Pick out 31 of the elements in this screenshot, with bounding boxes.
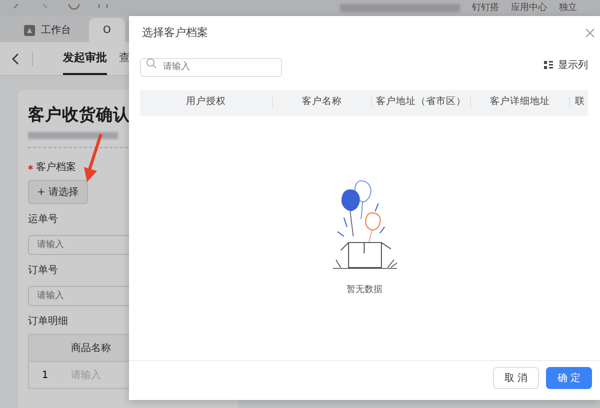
arrow-annotation — [82, 133, 104, 183]
empty-text: 暂无数据 — [346, 284, 382, 296]
bookmark-link[interactable]: 钉钉搭 — [472, 2, 499, 14]
column-header: 联 — [574, 97, 586, 108]
field-label: 订单明细 — [28, 314, 68, 328]
row-number: 1 — [40, 370, 50, 380]
column-header: 用户授权 — [140, 97, 273, 108]
close-icon[interactable] — [585, 28, 595, 38]
column-header: 商品名称 — [70, 342, 111, 355]
field-label: 运单号 — [28, 212, 58, 226]
cancel-button[interactable]: 取 消 — [493, 366, 539, 388]
column-header: 客户名称 — [273, 97, 372, 108]
field-label: 订单号 — [28, 264, 58, 277]
columns-button[interactable]: 显示列 — [544, 58, 588, 72]
search-field[interactable]: 请输入 — [140, 58, 282, 76]
bookmark-link[interactable]: 应用中心 — [511, 2, 547, 14]
app-icon — [24, 24, 35, 36]
column-header: 客户地址（省市区） — [372, 97, 471, 108]
confirm-button[interactable]: 确 定 — [546, 366, 592, 388]
browser-tab[interactable]: 工作台 — [10, 18, 85, 42]
columns-icon — [544, 60, 553, 70]
nav-tab[interactable]: 查 — [119, 42, 130, 75]
form-title: 客户收货确认 — [28, 104, 131, 126]
browser-tab[interactable]: O — [89, 18, 125, 42]
column-header: 客户详细地址 — [471, 97, 570, 108]
search-icon — [146, 58, 157, 69]
select-button[interactable]: + 请选择 — [28, 180, 88, 204]
field-label: 客户档案 — [36, 160, 76, 174]
nav-tab[interactable]: 发起审批 — [63, 42, 107, 75]
bookmark-link[interactable]: 独立 — [559, 2, 577, 14]
dialog-title: 选择客户档案 — [142, 25, 208, 40]
